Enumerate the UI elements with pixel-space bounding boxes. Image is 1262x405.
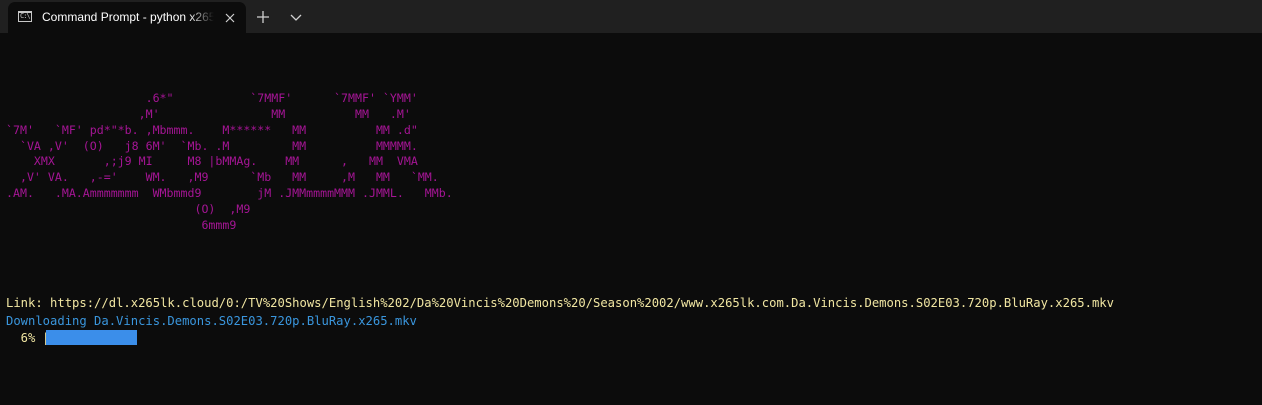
- ascii-art-line: 6mmm9: [6, 217, 237, 232]
- ascii-art-line: `VA ,V' (O) j8 6M' `Mb. .M MM MMMMM.: [6, 138, 418, 153]
- link-line: Link: https://dl.x265lk.cloud/0:/TV%20Sh…: [6, 295, 1114, 311]
- terminal-icon: C:\: [18, 11, 32, 22]
- ascii-art-line: `7M' `MF' pd*"*b. ,Mbmmm. M****** MM MM …: [6, 122, 418, 137]
- ascii-art-line: .AM. .MA.Ammmmmmm WMbmmd9 jM .JMMmmmmMMM…: [6, 186, 453, 201]
- tab-command-prompt[interactable]: C:\ Command Prompt - python x265: [8, 2, 246, 33]
- link-label: Link:: [6, 296, 43, 310]
- close-icon[interactable]: [221, 9, 239, 27]
- ascii-art-line: .6*" `7MMF' `7MMF' `YMM': [6, 91, 418, 105]
- ascii-art-line: ,V' VA. ,-=' WM. ,M9 `Mb MM ,M MM `MM.: [6, 170, 439, 185]
- progress-bar: [46, 330, 137, 345]
- ascii-art-line: XMX ,;j9 MI M8 |bMMAg. MM , MM VMA: [6, 154, 418, 169]
- tab-title: Command Prompt - python x265: [42, 10, 214, 24]
- progress-percent: 6%: [6, 331, 36, 345]
- ascii-art-banner: .6*" `7MMF' `7MMF' `YMM' ,M' MM MM .M' `7…: [6, 91, 453, 234]
- link-url: https://dl.x265lk.cloud/0:/TV%20Shows/En…: [50, 296, 1114, 310]
- chevron-down-icon[interactable]: [286, 7, 306, 27]
- ascii-art-line: (O) ,M9: [6, 201, 251, 216]
- terminal-window: C:\ Command Prompt - python x265 .6*" `7…: [0, 0, 1262, 405]
- terminal-output[interactable]: .6*" `7MMF' `7MMF' `YMM' ,M' MM MM .M' `7…: [0, 33, 1262, 405]
- plus-icon[interactable]: [253, 7, 273, 27]
- ascii-art-line: ,M' MM MM .M': [6, 106, 411, 121]
- downloading-line: Downloading Da.Vincis.Demons.S02E03.720p…: [6, 314, 417, 328]
- tab-bar: C:\ Command Prompt - python x265: [0, 0, 1262, 33]
